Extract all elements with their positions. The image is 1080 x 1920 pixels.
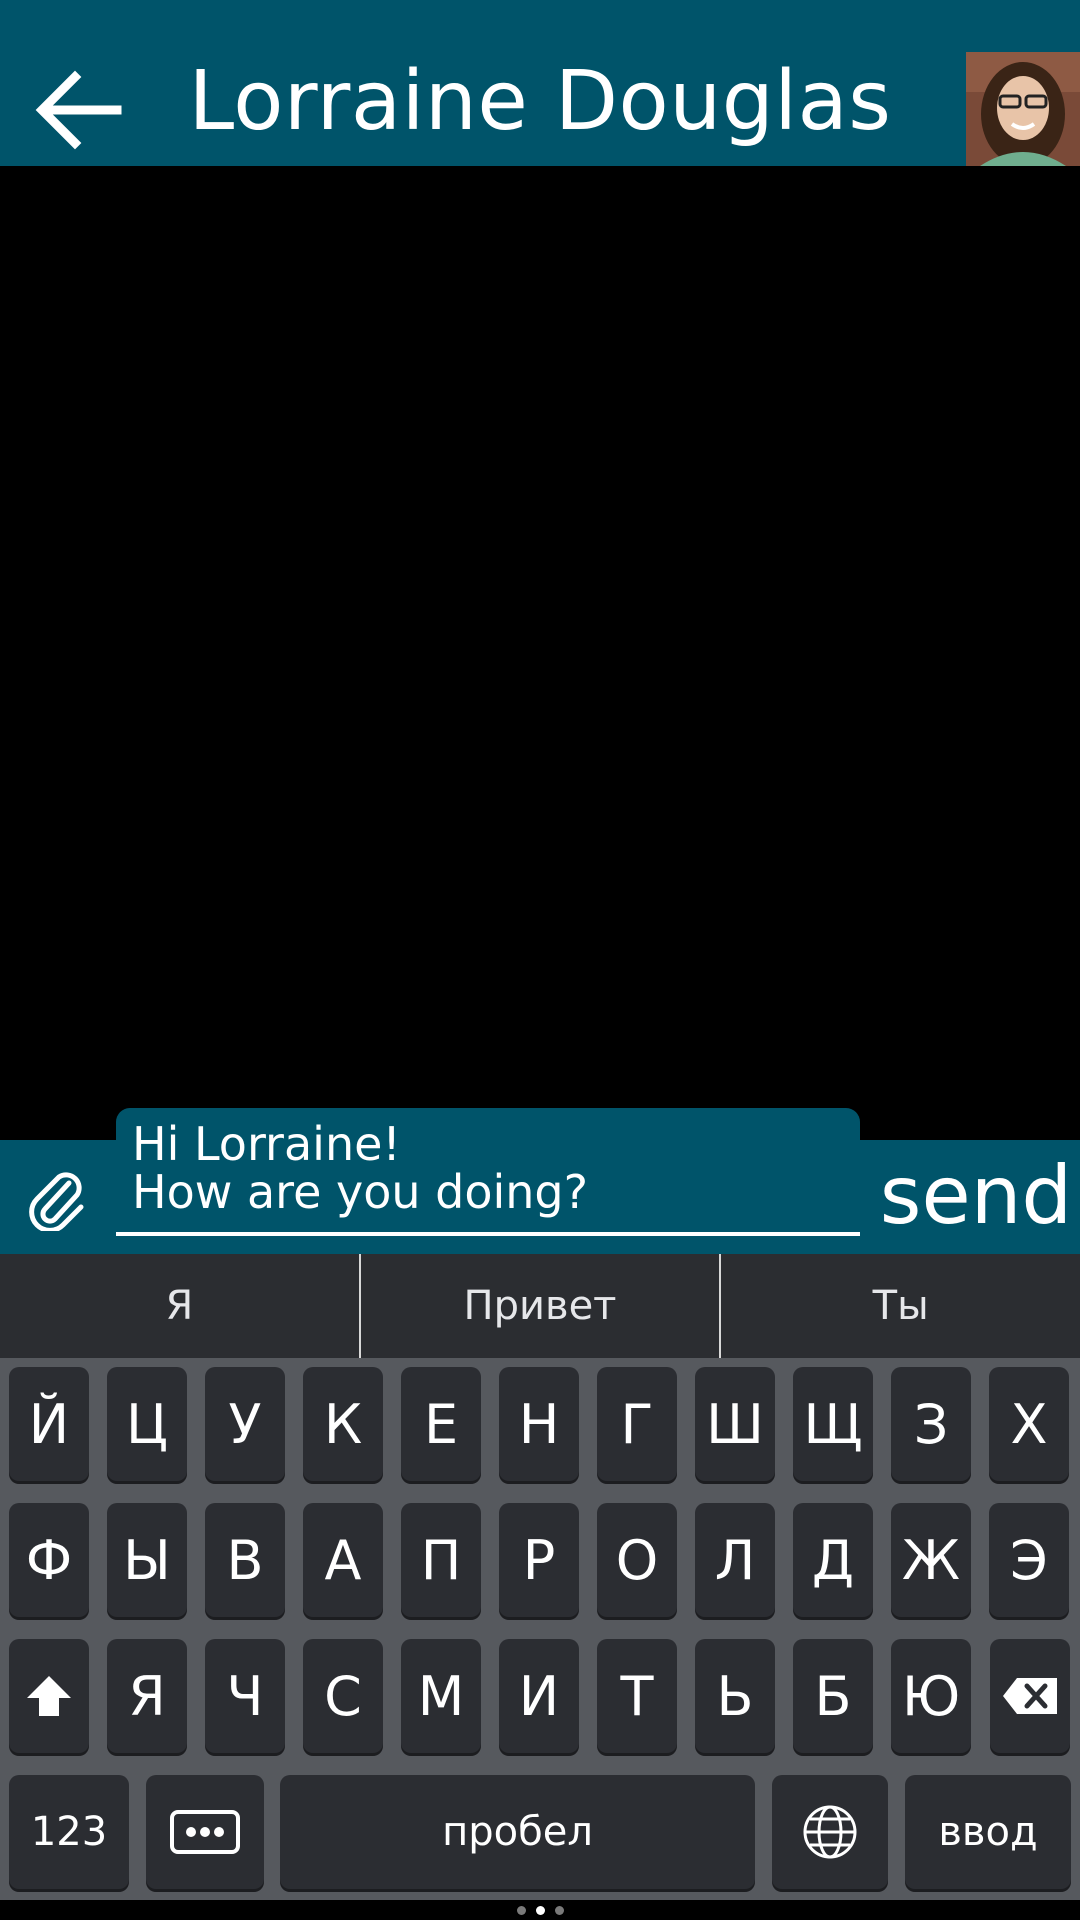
key-Г[interactable]: Г xyxy=(597,1367,677,1481)
paperclip-icon xyxy=(29,1172,84,1231)
key-А[interactable]: А xyxy=(303,1503,383,1617)
message-list[interactable] xyxy=(0,166,1080,1140)
message-line-1: Hi Lorraine! xyxy=(132,1117,401,1171)
key-В[interactable]: В xyxy=(205,1503,285,1617)
globe-icon xyxy=(803,1805,857,1859)
key-Ь[interactable]: Ь xyxy=(695,1639,775,1753)
arrow-left-icon xyxy=(35,70,122,150)
key-Д[interactable]: Д xyxy=(793,1503,873,1617)
backspace-key[interactable] xyxy=(990,1639,1070,1753)
key-Б[interactable]: Б xyxy=(793,1639,873,1753)
page-title: Lorraine Douglas xyxy=(188,54,892,149)
message-input[interactable]: Hi Lorraine! How are you doing? xyxy=(116,1108,860,1236)
key-Ц[interactable]: Ц xyxy=(107,1367,187,1481)
key-Ш[interactable]: Ш xyxy=(695,1367,775,1481)
key-Н[interactable]: Н xyxy=(499,1367,579,1481)
attach-button[interactable] xyxy=(22,1162,94,1234)
key-Ф[interactable]: Ф xyxy=(9,1503,89,1617)
backspace-icon xyxy=(1003,1678,1057,1714)
shift-key[interactable] xyxy=(9,1639,89,1753)
return-key[interactable]: ввод xyxy=(905,1775,1071,1889)
key-У[interactable]: У xyxy=(205,1367,285,1481)
shift-icon xyxy=(27,1676,71,1716)
page-dot-active xyxy=(535,1905,545,1915)
suggestion-2[interactable]: Привет xyxy=(361,1254,720,1358)
send-button[interactable]: send xyxy=(878,1146,1074,1246)
key-Е[interactable]: Е xyxy=(401,1367,481,1481)
page-dot xyxy=(554,1905,564,1915)
key-Х[interactable]: Х xyxy=(989,1367,1069,1481)
key-Л[interactable]: Л xyxy=(695,1503,775,1617)
key-Т[interactable]: Т xyxy=(597,1639,677,1753)
key-Ч[interactable]: Ч xyxy=(205,1639,285,1753)
key-Я[interactable]: Я xyxy=(107,1639,187,1753)
key-О[interactable]: О xyxy=(597,1503,677,1617)
key-Ы[interactable]: Ы xyxy=(107,1503,187,1617)
key-З[interactable]: З xyxy=(891,1367,971,1481)
avatar[interactable] xyxy=(966,52,1080,166)
key-Ж[interactable]: Ж xyxy=(891,1503,971,1617)
contact-avatar-icon xyxy=(966,52,1080,166)
space-key[interactable]: пробел xyxy=(280,1775,755,1889)
message-line-2: How are you doing? xyxy=(132,1165,589,1219)
key-С[interactable]: С xyxy=(303,1639,383,1753)
suggestion-3[interactable]: Ты xyxy=(721,1254,1080,1358)
key-Ю[interactable]: Ю xyxy=(891,1639,971,1753)
suggestion-bar: Я Привет Ты xyxy=(0,1254,1080,1358)
numbers-key[interactable]: 123 xyxy=(9,1775,129,1889)
key-М[interactable]: М xyxy=(401,1639,481,1753)
suggestion-1[interactable]: Я xyxy=(0,1254,359,1358)
page-dot xyxy=(516,1905,526,1915)
globe-key[interactable] xyxy=(772,1775,888,1889)
key-П[interactable]: П xyxy=(401,1503,481,1617)
key-Э[interactable]: Э xyxy=(989,1503,1069,1617)
key-И[interactable]: И xyxy=(499,1639,579,1753)
back-button[interactable] xyxy=(30,62,126,158)
key-Р[interactable]: Р xyxy=(499,1503,579,1617)
key-Щ[interactable]: Щ xyxy=(793,1367,873,1481)
ellipsis-icon xyxy=(170,1810,240,1854)
key-Й[interactable]: Й xyxy=(9,1367,89,1481)
page-indicator xyxy=(0,1900,1080,1920)
key-К[interactable]: К xyxy=(303,1367,383,1481)
emoji-key[interactable] xyxy=(146,1775,264,1889)
keyboard: ЙЦУКЕНГШЩЗХ ФЫВАПРОЛДЖЭ ЯЧСМИТЬБЮ 123 пр… xyxy=(0,1358,1080,1920)
